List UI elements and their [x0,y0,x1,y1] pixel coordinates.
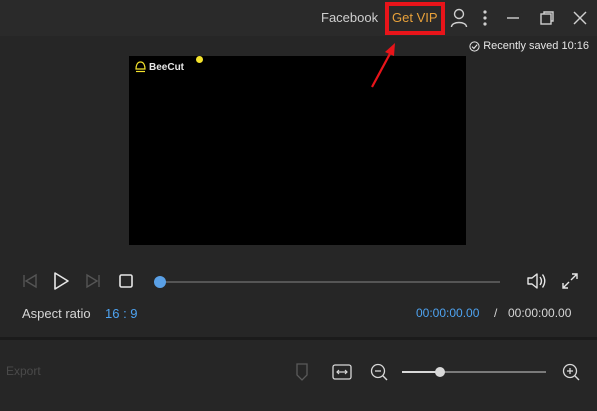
aspect-ratio-label: Aspect ratio [22,306,91,321]
user-icon[interactable] [449,7,469,29]
facebook-link[interactable]: Facebook [321,10,378,25]
save-status-text: Recently saved 10:16 [483,40,589,52]
current-time: 00:00:00.00 [416,306,480,320]
total-time: 00:00:00.00 [508,306,572,320]
watermark-text: BeeCut [149,61,185,73]
next-frame-icon[interactable] [83,272,103,290]
seek-handle[interactable] [154,276,166,288]
zoom-in-icon[interactable] [560,361,582,383]
time-separator: / [494,306,498,320]
watermark-logo: BeeCut [135,61,184,73]
aspect-ratio-value[interactable]: 16 : 9 [105,306,138,321]
bee-icon [135,61,146,73]
restore-icon[interactable] [537,7,557,29]
minimize-icon[interactable] [503,7,523,29]
export-button[interactable]: Export [6,364,41,378]
play-icon[interactable] [50,270,72,292]
marker-icon[interactable] [294,362,310,382]
seek-bar[interactable] [160,281,500,283]
video-preview[interactable]: BeeCut [129,56,466,245]
fit-timeline-icon[interactable] [331,362,353,382]
more-vertical-icon[interactable] [475,7,495,29]
volume-icon[interactable] [526,270,548,292]
zoom-slider-handle[interactable] [435,367,445,377]
zoom-out-icon[interactable] [368,361,390,383]
fullscreen-icon[interactable] [560,271,580,291]
stop-icon[interactable] [117,272,135,290]
vip-highlight-box [385,2,445,35]
close-icon[interactable] [570,7,590,29]
previous-frame-icon[interactable] [20,272,40,290]
title-bar: Facebook Get VIP [0,0,597,36]
save-status: Recently saved 10:16 [469,40,589,52]
check-circle-icon [469,40,480,52]
recording-dot [196,56,203,63]
